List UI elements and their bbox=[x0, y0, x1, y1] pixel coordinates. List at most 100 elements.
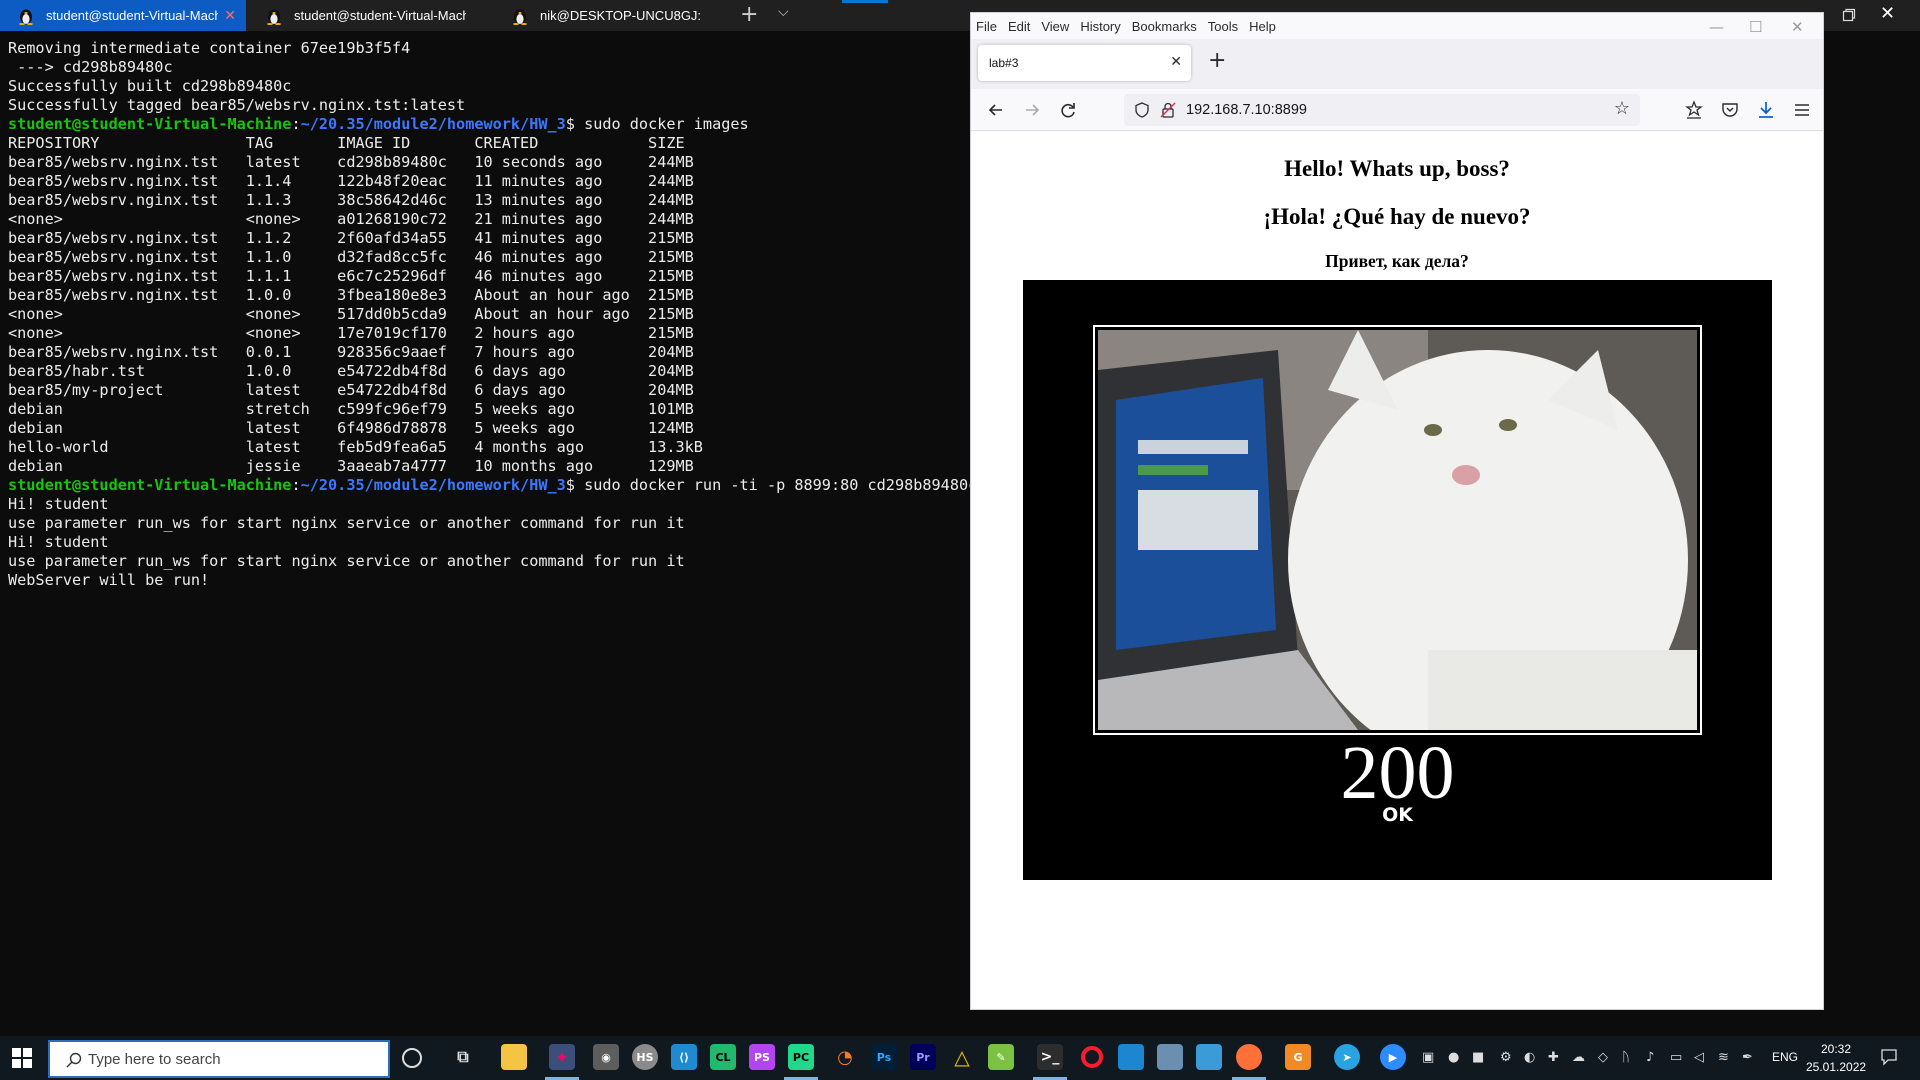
pinned-app-icon[interactable] bbox=[1157, 1044, 1183, 1070]
terminal-icon[interactable]: >_ bbox=[1037, 1044, 1063, 1070]
terminal-tab-3[interactable]: nik@DESKTOP-UNCU8GJ: .../Nik bbox=[494, 0, 728, 31]
terminal-line: bear85/habr.tst 1.0.0 e54722db4f8d 6 day… bbox=[8, 362, 694, 380]
tray-icon[interactable]: ⚙ bbox=[1500, 1050, 1512, 1065]
restore-icon[interactable] bbox=[1842, 8, 1856, 22]
clock[interactable]: 20:32 25.01.2022 bbox=[1806, 1040, 1866, 1076]
terminal-line: <none> <none> 17e7019cf170 2 hours ago 2… bbox=[8, 324, 694, 342]
menu-edit[interactable]: Edit bbox=[1008, 19, 1030, 34]
prompt-user: student@student-Virtual-Machine bbox=[8, 115, 292, 133]
menu-tools[interactable]: Tools bbox=[1208, 19, 1238, 34]
terminal-line: debian jessie 3aaeab7a4777 10 months ago… bbox=[8, 457, 694, 475]
maximize-icon[interactable]: ☐ bbox=[1749, 18, 1762, 36]
close-window-icon[interactable]: ✕ bbox=[1791, 18, 1804, 36]
picture-frame bbox=[1093, 325, 1702, 735]
tray-icon[interactable]: ● bbox=[1448, 1050, 1459, 1065]
new-tab-icon[interactable]: + bbox=[1208, 48, 1226, 73]
terminal-tab-2[interactable]: student@student-Virtual-Machi bbox=[248, 0, 492, 31]
heidisql-icon[interactable]: HS bbox=[632, 1044, 658, 1070]
prompt-command: $ sudo docker images bbox=[565, 115, 749, 133]
search-placeholder: Type here to search bbox=[88, 1051, 221, 1068]
terminal-tab-1[interactable]: student@student-Virtual-Machi ✕ bbox=[0, 0, 246, 31]
file-explorer-icon[interactable] bbox=[501, 1044, 527, 1070]
terminal-line: bear85/websrv.nginx.tst 1.1.0 d32fad8cc5… bbox=[8, 248, 694, 266]
terminal-line: <none> <none> a01268190c72 21 minutes ag… bbox=[8, 210, 694, 228]
page-content: Hello! Whats up, boss? ¡Hola! ¿Qué hay d… bbox=[971, 132, 1823, 1009]
clock-date: 25.01.2022 bbox=[1806, 1060, 1867, 1074]
pycharm-icon[interactable]: PC bbox=[788, 1044, 814, 1070]
new-tab-icon[interactable]: + bbox=[740, 2, 758, 27]
terminal-line: hello-world latest feb5d9fea6a5 4 months… bbox=[8, 438, 703, 456]
tray-icon[interactable]: ◇ bbox=[1598, 1050, 1608, 1065]
cortana-icon[interactable] bbox=[402, 1048, 422, 1068]
notification-icon[interactable] bbox=[1880, 1048, 1898, 1066]
prompt-path: ~/20.35/module2/homework/HW_3 bbox=[300, 115, 566, 133]
pen-icon[interactable]: ✒ bbox=[1742, 1050, 1753, 1065]
close-icon[interactable]: ✕ bbox=[1170, 53, 1182, 70]
microphone-icon[interactable]: ♪ bbox=[1646, 1050, 1654, 1065]
pinned-app-icon[interactable]: ✦ bbox=[549, 1044, 575, 1070]
bookmark-star-icon[interactable]: ☆ bbox=[1614, 98, 1630, 119]
url-bar[interactable]: 192.168.7.10:8899 ☆ bbox=[1124, 94, 1640, 126]
chevron-down-icon[interactable]: ⌵ bbox=[778, 4, 789, 20]
photoshop-icon[interactable]: Ps bbox=[871, 1044, 897, 1070]
terminal-line: Removing intermediate container 67ee19b3… bbox=[8, 39, 411, 57]
search-input[interactable]: Type here to search bbox=[48, 1040, 390, 1078]
collections-icon[interactable] bbox=[1683, 99, 1705, 121]
status-text: OK bbox=[1382, 804, 1413, 826]
pinned-app-icon[interactable]: G bbox=[1285, 1044, 1311, 1070]
firefox-window: File Edit View History Bookmarks Tools H… bbox=[970, 12, 1824, 1010]
download-icon[interactable] bbox=[1755, 99, 1777, 121]
menu-file[interactable]: File bbox=[976, 19, 997, 34]
menu-bookmarks[interactable]: Bookmarks bbox=[1132, 19, 1197, 34]
pinned-app-icon[interactable] bbox=[1196, 1044, 1222, 1070]
task-view-icon[interactable]: ⧉ bbox=[450, 1044, 476, 1070]
menu-help[interactable]: Help bbox=[1249, 19, 1276, 34]
vscode-icon[interactable]: ⟨⟩ bbox=[671, 1044, 697, 1070]
linux-tux-icon bbox=[19, 9, 33, 25]
minimize-icon[interactable]: — bbox=[1709, 18, 1724, 36]
blender-icon[interactable]: ◔ bbox=[832, 1044, 858, 1070]
terminal-tab-label: student@student-Virtual-Machi bbox=[294, 8, 466, 23]
phpstorm-icon[interactable]: PS bbox=[749, 1044, 775, 1070]
browser-tab[interactable]: lab#3 ✕ bbox=[978, 45, 1191, 81]
terminal-line: bear85/websrv.nginx.tst 1.1.3 38c58642d4… bbox=[8, 191, 694, 209]
opera-icon[interactable] bbox=[1081, 1046, 1103, 1068]
premiere-icon[interactable]: Pr bbox=[910, 1044, 936, 1070]
firefox-icon[interactable] bbox=[1236, 1044, 1262, 1070]
terminal-output[interactable]: Removing intermediate container 67ee19b3… bbox=[0, 31, 977, 1036]
windows-start-icon[interactable] bbox=[12, 1048, 32, 1068]
back-arrow-icon[interactable] bbox=[985, 99, 1007, 121]
zoom-icon[interactable]: ▶ bbox=[1380, 1044, 1406, 1070]
close-icon[interactable]: ✕ bbox=[224, 7, 236, 24]
pocket-icon[interactable] bbox=[1719, 99, 1741, 121]
gimp-icon[interactable]: ◉ bbox=[593, 1044, 619, 1070]
shield-icon[interactable] bbox=[1134, 102, 1150, 118]
tray-icon[interactable]: ▣ bbox=[1422, 1050, 1434, 1065]
prompt-user: student@student-Virtual-Machine bbox=[8, 476, 292, 494]
reload-icon[interactable] bbox=[1057, 99, 1079, 121]
tray-icon[interactable]: ■ bbox=[1472, 1050, 1484, 1065]
forward-arrow-icon[interactable] bbox=[1021, 99, 1043, 121]
close-window-icon[interactable]: ✕ bbox=[1880, 3, 1895, 24]
clion-icon[interactable]: CL bbox=[710, 1044, 736, 1070]
language-indicator[interactable]: ENG bbox=[1772, 1050, 1798, 1064]
wifi-icon[interactable]: ≋ bbox=[1718, 1050, 1729, 1065]
heading-spanish: ¡Hola! ¿Qué hay de nuevo? bbox=[1263, 204, 1531, 229]
pinned-app-icon[interactable] bbox=[1118, 1044, 1144, 1070]
menu-view[interactable]: View bbox=[1041, 19, 1069, 34]
terminal-line: bear85/websrv.nginx.tst latest cd298b894… bbox=[8, 153, 694, 171]
notepadpp-icon[interactable]: ✎ bbox=[988, 1044, 1014, 1070]
lock-icon[interactable] bbox=[1160, 102, 1176, 118]
tray-icon[interactable]: ◐ bbox=[1524, 1050, 1535, 1065]
telegram-icon[interactable]: ➤ bbox=[1334, 1044, 1360, 1070]
tray-icon[interactable]: ᚢ bbox=[1622, 1050, 1630, 1065]
menu-history[interactable]: History bbox=[1080, 19, 1120, 34]
hamburger-menu-icon[interactable] bbox=[1791, 99, 1813, 121]
terminal-line: bear85/my-project latest e54722db4f8d 6 … bbox=[8, 381, 694, 399]
terminal-line: bear85/websrv.nginx.tst 1.0.0 3fbea180e8… bbox=[8, 286, 694, 304]
archicad-icon[interactable]: △ bbox=[949, 1044, 975, 1070]
volume-icon[interactable]: ◁ bbox=[1694, 1050, 1704, 1065]
battery-icon[interactable]: ▭ bbox=[1670, 1050, 1682, 1065]
tray-icon[interactable]: ☁ bbox=[1572, 1050, 1585, 1065]
tray-icon[interactable]: ✚ bbox=[1548, 1050, 1559, 1065]
